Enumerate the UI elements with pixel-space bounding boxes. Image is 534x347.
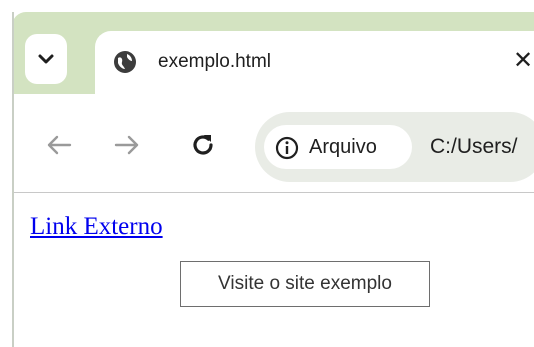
security-label: Arquivo xyxy=(309,136,377,158)
url-text[interactable]: C:/Users/ xyxy=(430,134,518,160)
window-top-edge xyxy=(0,0,534,12)
tab-title: exemplo.html xyxy=(158,51,271,72)
close-icon: ✕ xyxy=(512,47,534,74)
tab-close-button[interactable]: ✕ xyxy=(512,47,534,75)
link-tooltip: Visite o site exemplo xyxy=(180,261,430,307)
globe-icon xyxy=(112,49,138,75)
reload-icon xyxy=(193,135,213,155)
tooltip-text: Visite o site exemplo xyxy=(218,273,392,294)
chevron-down-icon xyxy=(38,54,54,64)
info-icon xyxy=(274,135,300,161)
forward-button[interactable] xyxy=(110,128,144,162)
tab-search-button[interactable] xyxy=(25,34,67,84)
back-button[interactable] xyxy=(42,128,76,162)
external-link[interactable]: Link Externo xyxy=(30,212,163,242)
arrow-right-icon xyxy=(114,135,139,155)
arrow-left-icon xyxy=(47,135,72,155)
reload-button[interactable] xyxy=(186,128,220,162)
